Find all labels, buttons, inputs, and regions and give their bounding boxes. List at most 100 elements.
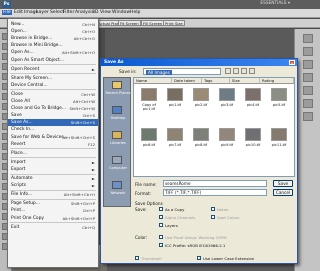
column-header[interactable]: Tags [202,78,230,84]
place-icon[interactable] [112,81,122,89]
file-name-label[interactable]: pic1.tif [164,103,186,107]
option-button[interactable]: Print Size [163,20,185,26]
file-menu-item[interactable]: Close and Go To Bridge... Shift+Ctrl+W [8,105,98,112]
panel-icon[interactable] [303,99,313,108]
file-name-label[interactable]: pic5.tif [268,103,290,107]
column-header[interactable]: Size [230,78,260,84]
panel-icon[interactable] [303,112,313,121]
file-name-label[interactable]: pic2.tif [190,103,212,107]
file-menu-item[interactable]: Place... [8,150,98,157]
file-name-label[interactable]: pic6.tif [138,143,160,147]
file-name-label[interactable]: Copy of pic1.tif [138,103,160,111]
file-menu-item[interactable]: Save As... Shift+Ctrl+S [8,119,98,127]
close-icon[interactable]: ✕ [289,60,295,66]
file-menu-item[interactable]: Import ► [8,159,98,166]
file-name-label[interactable]: pic8.tif [190,143,212,147]
panel-icon[interactable] [303,47,313,56]
file-thumbnail[interactable] [193,128,209,141]
menu-layer[interactable]: Layer [36,10,49,15]
file-thumbnail[interactable] [271,88,287,101]
file-menu-item[interactable]: Automate ► [8,175,98,182]
file-menu-item[interactable]: Open Recent ► [8,66,98,73]
file-thumbnail[interactable] [219,128,235,141]
panel-icon[interactable] [303,86,313,95]
file-menu-item[interactable]: Close All Alt+Ctrl+W [8,98,98,105]
place-icon[interactable] [112,156,122,164]
lowercase-extension-checkbox[interactable] [197,256,201,261]
place-icon[interactable] [112,131,122,139]
file-name-label[interactable]: pic9.tif [216,143,238,147]
file-name-label[interactable]: pic10.tif [242,143,264,147]
place-icon[interactable] [112,181,122,189]
file-thumbnail[interactable] [167,128,183,141]
option-button[interactable]: Fit Screen [118,20,141,26]
file-menu-item[interactable]: Export ► [8,166,98,173]
file-thumbnail[interactable] [193,88,209,101]
place-label[interactable]: Network [105,191,131,195]
file-thumbnail[interactable] [271,128,287,141]
file-menu-item[interactable]: Check In... [8,126,98,133]
file-menu-item[interactable]: Save Ctrl+S [8,112,98,119]
file-menu-item[interactable]: Save for Web & Devices... Alt+Shift+Ctrl+… [8,134,98,141]
file-menu-item[interactable]: Share My Screen... [8,75,98,82]
save-in-select[interactable]: All Images [143,68,221,75]
file-thumbnail[interactable] [219,88,235,101]
place-label[interactable]: Computer [105,166,131,170]
back-icon[interactable] [225,68,231,74]
save-option-checkbox[interactable] [159,207,163,211]
file-menu-item[interactable]: Scripts ► [8,182,98,189]
file-name-label[interactable]: pic11.tif [268,143,290,147]
file-name-label[interactable]: pic4.tif [242,103,264,107]
file-menu-item[interactable]: Print One Copy Alt+Shift+Ctrl+P [8,215,98,222]
file-menu-item[interactable]: Page Setup... Shift+Ctrl+P [8,200,98,207]
place-label[interactable]: Libraries [105,141,131,145]
file-menu-item[interactable]: Exit Ctrl+Q [8,224,98,231]
option-button[interactable]: Fill Screen [141,20,165,26]
file-thumbnail[interactable] [167,88,183,101]
panel-icon[interactable] [303,73,313,82]
file-name-input[interactable]: seamsRome [163,180,267,187]
column-header[interactable]: Rating [260,78,294,84]
save-option-checkbox[interactable] [211,215,215,219]
file-menu-item[interactable]: Device Central... [8,82,98,89]
views-menu-icon[interactable] [249,68,255,74]
file-menu-item[interactable]: Browse in Bridge... Alt+Ctrl+O [8,35,98,42]
cancel-button[interactable]: Cancel [273,189,293,196]
place-label[interactable]: Recent Places [105,91,131,95]
file-menu-item[interactable]: Close Ctrl+W [8,91,98,98]
save-option-checkbox[interactable] [159,223,163,227]
file-menu-item[interactable]: Print... Ctrl+P [8,207,98,214]
color-option-checkbox[interactable] [159,235,163,239]
new-folder-icon[interactable] [241,68,247,74]
place-label[interactable]: Desktop [105,116,131,120]
file-menu-item[interactable]: Revert F12 [8,141,98,148]
file-menu-item[interactable]: Browse in Mini Bridge... [8,42,98,49]
file-menu-item[interactable]: Open As... Alt+Shift+Ctrl+O [8,49,98,56]
file-name-label[interactable]: pic3.tif [216,103,238,107]
file-menu-item[interactable]: Open... Ctrl+O [8,28,98,35]
menu-help[interactable]: Help [130,10,140,15]
place-icon[interactable] [112,106,122,114]
color-option-checkbox[interactable] [159,243,163,248]
column-header[interactable]: Date taken [172,78,202,84]
menu-edit[interactable]: Edit [14,10,23,15]
file-name-label[interactable]: pic7.tif [164,143,186,147]
panel-icon[interactable] [303,34,313,43]
file-menu-item[interactable]: File Info... Alt+Shift+Ctrl+I [8,191,98,198]
save-option-checkbox[interactable] [211,207,215,211]
file-list[interactable]: Name Date taken Tags Size Rating Copy of pic1… [133,77,295,177]
file-menu-item[interactable]: Open As Smart Object... [8,57,98,64]
thumbnail-checkbox[interactable] [135,256,139,260]
file-thumbnail[interactable] [141,88,157,101]
panel-icon[interactable] [303,60,313,69]
file-thumbnail[interactable] [245,88,261,101]
menu-window[interactable]: Window [112,10,130,15]
file-menu-item[interactable]: New... Ctrl+N [8,21,98,28]
menu-3d[interactable]: 3D [92,10,98,15]
menu-view[interactable]: View [100,10,111,15]
menu-file[interactable]: File [2,10,12,15]
format-select[interactable]: TIFF (*.TIF;*.TIFF) [163,189,267,196]
workspace-switcher[interactable]: ESSENTIALS ▾ [260,1,290,6]
save-button[interactable]: Save [273,180,293,187]
file-thumbnail[interactable] [245,128,261,141]
